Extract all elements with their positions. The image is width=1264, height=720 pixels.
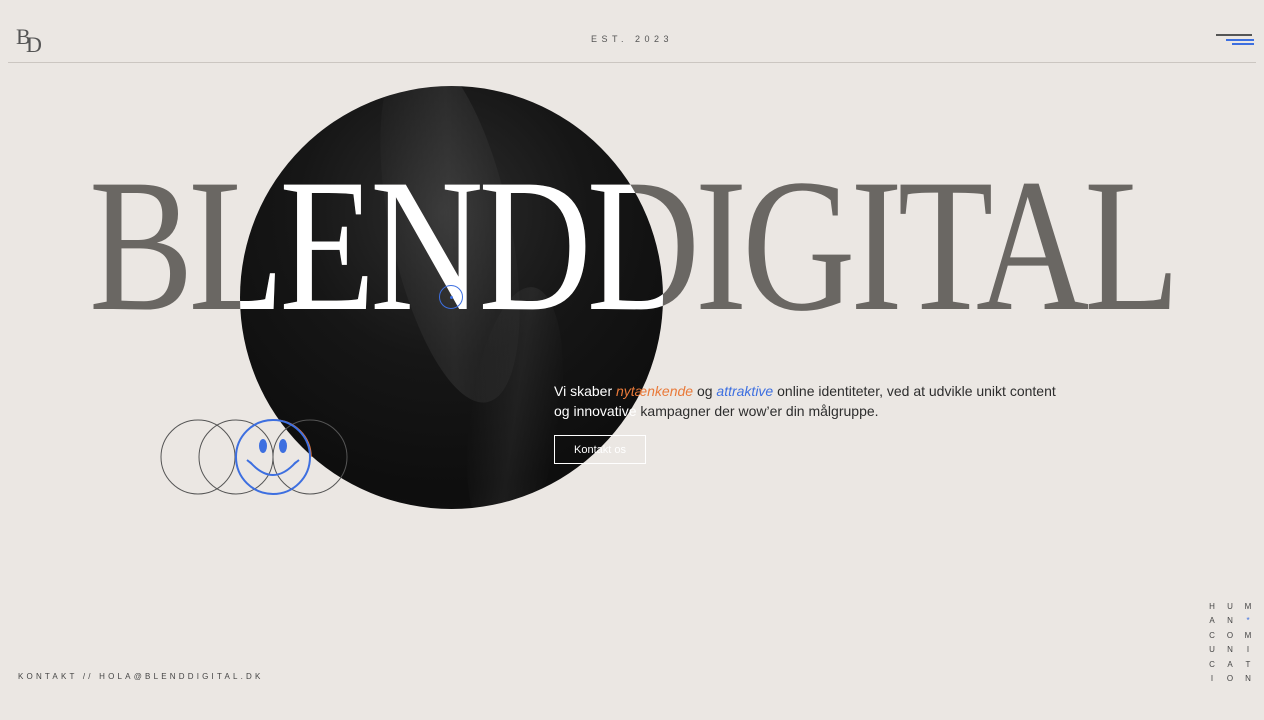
cursor-ring-icon	[439, 285, 463, 309]
established-year: EST. 2023	[590, 34, 674, 44]
header-divider	[8, 62, 1256, 63]
tagline-part3: online identiteter, ved at udvikle unikt…	[773, 383, 1056, 399]
side-text-row: UNI	[1209, 645, 1250, 655]
contact-button[interactable]: Kontakt os	[554, 435, 646, 464]
rings-smiley-graphic	[160, 419, 348, 495]
hamburger-menu-icon[interactable]	[1214, 31, 1254, 49]
footer-contact-link[interactable]: KONTAKT // HOLA@BLENDDIGITAL.DK	[18, 672, 264, 681]
contact-button-label: Kontakt os	[574, 443, 626, 456]
asterisk-icon: *	[1246, 616, 1250, 626]
side-text-row: CAT	[1209, 659, 1251, 669]
human-communication-vertical-text: HUM A N * COM UNI CAT ION	[1206, 600, 1254, 686]
side-text-row: A N *	[1206, 614, 1254, 628]
tagline-accent-orange: nytænkende	[616, 383, 694, 399]
outline-ring-1	[160, 419, 236, 495]
tagline-part2: og	[693, 383, 717, 399]
side-text-row: HUM	[1209, 602, 1252, 611]
tagline-accent-blue: attraktive	[716, 383, 774, 399]
side-text-row: COM	[1209, 630, 1252, 640]
tagline-part1: Vi skaber	[554, 383, 616, 399]
tagline-line2-start: og innovative	[554, 403, 637, 419]
side-text-row: ION	[1210, 674, 1251, 684]
tagline-line2-end: kampagner der wow’er din målgruppe.	[636, 403, 879, 419]
hero-tagline: Vi skaber nytænkende og attraktive onlin…	[554, 381, 1074, 421]
